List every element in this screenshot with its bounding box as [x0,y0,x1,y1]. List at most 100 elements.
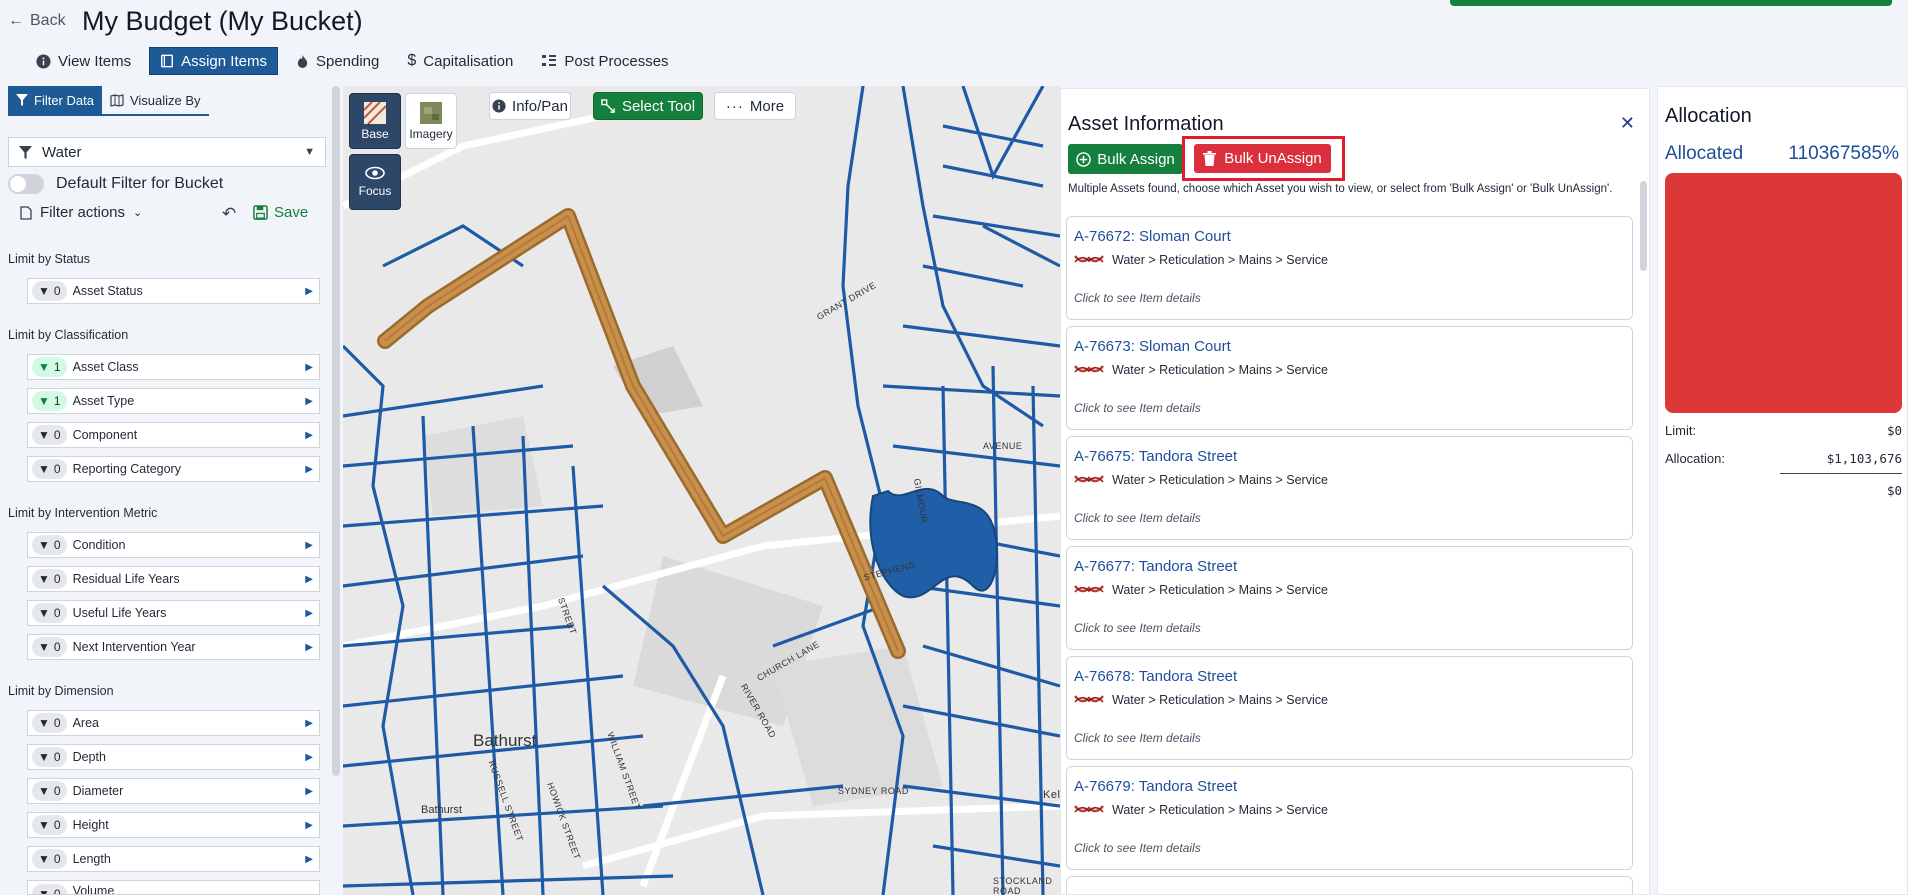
asset-id[interactable]: A-76678: Tandora Street [1074,668,1237,685]
map-label-avenue: AVENUE [983,441,1023,451]
asset-id[interactable]: A-76677: Tandora Street [1074,558,1237,575]
focus-button[interactable]: Focus [349,154,401,210]
focus-label: Focus [358,184,392,198]
filter-useful-life-years[interactable]: ▼ 0 Useful Life Years ▶ [27,600,320,626]
asset-path: Water > Reticulation > Mains > Service [1074,363,1328,377]
save-label: Save [274,204,309,221]
caret-right-icon: ▶ [305,463,313,475]
tab-spending[interactable]: Spending [286,47,389,75]
filter-label: Height [72,818,109,832]
asset-card[interactable]: A-76672: Sloman Court Water > Reticulati… [1066,216,1633,320]
bulk-unassign-button[interactable]: Bulk UnAssign [1194,144,1331,173]
asset-id[interactable]: A-76675: Tandora Street [1074,448,1237,465]
asset-card[interactable]: A-76673: Sloman Court Water > Reticulati… [1066,326,1633,430]
filter-next-intervention-year[interactable]: ▼ 0 Next Intervention Year ▶ [27,634,320,660]
filter-area[interactable]: ▼ 0 Area ▶ [27,710,320,736]
network-select[interactable]: Water ▼ [8,137,326,167]
filter-asset-status[interactable]: ▼ 0 Asset Status ▶ [27,278,320,304]
filter-actions-label: Filter actions [40,204,126,221]
asset-card[interactable]: A-76675: Tandora Street Water > Reticula… [1066,436,1633,540]
caret-right-icon: ▶ [305,361,313,373]
asset-card[interactable]: A-76678: Tandora Street Water > Reticula… [1066,656,1633,760]
asset-path: Water > Reticulation > Mains > Service [1074,253,1328,267]
filter-diameter[interactable]: ▼ 0 Diameter ▶ [27,778,320,804]
filter-volume[interactable]: ▼ 0 Volume [27,880,320,895]
group-label-intervention: Limit by Intervention Metric [8,506,158,520]
filter-asset-class[interactable]: ▼ 1 Asset Class ▶ [27,354,320,380]
tab-visualize-by[interactable]: Visualize By [101,86,209,116]
default-filter-toggle[interactable] [8,174,44,194]
tab-filter-data[interactable]: Filter Data [8,86,102,116]
back-button[interactable]: ← Back [8,12,66,30]
close-icon[interactable]: ✕ [1620,113,1635,134]
filter-count: 0 [53,750,61,764]
filter-reporting-category[interactable]: ▼ 0 Reporting Category ▶ [27,456,320,482]
filter-actions-dropdown[interactable]: Filter actions ⌄ [20,204,142,221]
filter-depth[interactable]: ▼ 0 Depth ▶ [27,744,320,770]
filter-component[interactable]: ▼ 0 Component ▶ [27,422,320,448]
asset-details-hint[interactable]: Click to see Item details [1074,511,1201,525]
select-tool-icon [601,98,615,113]
info-icon [36,53,51,69]
group-label-status: Limit by Status [8,252,90,266]
asset-list-scrollbar[interactable] [1640,181,1647,271]
asset-details-hint[interactable]: Click to see Item details [1074,621,1201,635]
info-pan-button[interactable]: Info/Pan [489,92,571,120]
asset-card-partial[interactable] [1066,876,1633,894]
imagery-layer-button[interactable]: Imagery [405,93,457,149]
asset-id[interactable]: A-76672: Sloman Court [1074,228,1231,245]
filter-asset-type[interactable]: ▼ 1 Asset Type ▶ [27,388,320,414]
save-button[interactable]: Save [253,204,308,221]
asset-path-text: Water > Reticulation > Mains > Service [1112,803,1328,817]
filter-length[interactable]: ▼ 0 Length ▶ [27,846,320,872]
filter-label: Next Intervention Year [72,640,196,654]
filter-count-badge: ▼ 0 [32,459,67,479]
asset-path: Water > Reticulation > Mains > Service [1074,693,1328,707]
filter-count-badge: ▼ 0 [32,849,67,869]
asset-path: Water > Reticulation > Mains > Service [1074,803,1328,817]
sidebar-scrollbar[interactable] [332,86,340,776]
asset-details-hint[interactable]: Click to see Item details [1074,291,1201,305]
caret-right-icon: ▶ [305,853,313,865]
ellipsis-icon: ··· [725,97,744,115]
filter-height[interactable]: ▼ 0 Height ▶ [27,812,320,838]
asset-id[interactable]: A-76673: Sloman Court [1074,338,1231,355]
document-icon [20,205,32,220]
tab-label: Visualize By [129,92,201,108]
asset-path-text: Water > Reticulation > Mains > Service [1112,253,1328,267]
trash-icon [1203,151,1217,166]
asset-details-hint[interactable]: Click to see Item details [1074,841,1201,855]
map-canvas[interactable] [343,86,1060,895]
tab-assign-items[interactable]: Assign Items [149,47,278,75]
tab-post-processes[interactable]: Post Processes [531,47,678,75]
asset-card[interactable]: A-76677: Tandora Street Water > Reticula… [1066,546,1633,650]
filter-residual-life-years[interactable]: ▼ 0 Residual Life Years ▶ [27,566,320,592]
asset-path-text: Water > Reticulation > Mains > Service [1112,693,1328,707]
asset-id[interactable]: A-76679: Tandora Street [1074,778,1237,795]
asset-details-hint[interactable]: Click to see Item details [1074,401,1201,415]
imagery-icon [420,101,442,124]
asset-card[interactable]: A-76679: Tandora Street Water > Reticula… [1066,766,1633,870]
sidebar-tabs: Filter Data Visualize By [8,86,209,116]
filter-condition[interactable]: ▼ 0 Condition ▶ [27,532,320,558]
filter-count: 0 [53,538,61,552]
filter-count: 0 [53,784,61,798]
filter-label: Asset Status [72,284,143,298]
undo-icon[interactable]: ↶ [222,204,236,224]
tab-view-items[interactable]: View Items [26,47,141,75]
bulk-assign-button[interactable]: Bulk Assign [1068,144,1183,174]
bulk-assign-label: Bulk Assign [1097,150,1175,168]
base-layer-button[interactable]: Base [349,93,401,149]
more-button[interactable]: ··· More [714,92,796,120]
map-label-sydney-road: SYDNEY ROAD [838,786,909,796]
filter-count-badge: ▼ 0 [32,535,67,555]
asset-path: Water > Reticulation > Mains > Service [1074,583,1328,597]
map-view[interactable]: Bathurst Bathurst SYDNEY ROAD CHURCH LAN… [343,86,1060,895]
caret-right-icon: ▶ [305,607,313,619]
caret-right-icon: ▶ [305,819,313,831]
tab-capitalisation[interactable]: $ Capitalisation [397,47,523,75]
allocation-value: $1,103,676 [1826,451,1902,466]
asset-details-hint[interactable]: Click to see Item details [1074,731,1201,745]
filter-count: 0 [53,428,61,442]
select-tool-button[interactable]: Select Tool [593,92,703,120]
